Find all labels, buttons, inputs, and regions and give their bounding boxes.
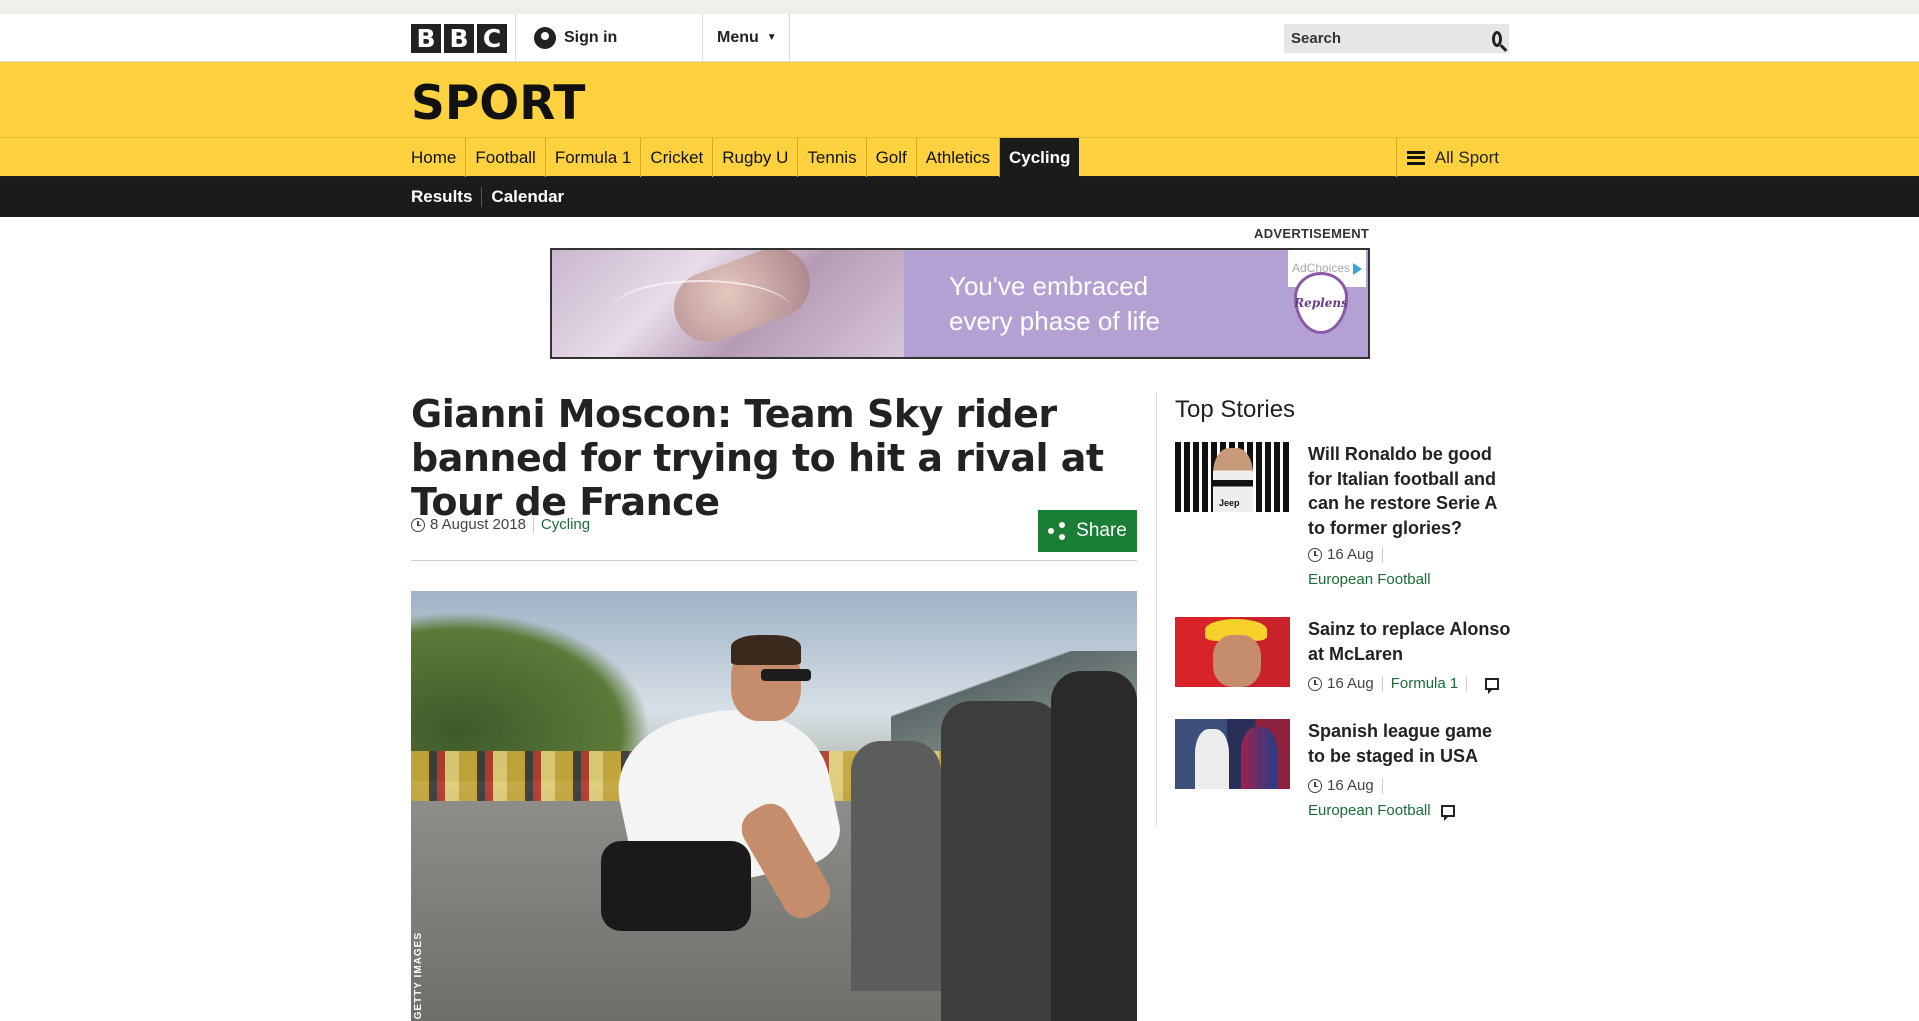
top-stories: Top Stories Jeep Will Ronaldo be good fo… bbox=[1156, 392, 1510, 826]
share-icon bbox=[1048, 522, 1066, 540]
article-meta: 8 August 2018 Cycling bbox=[411, 516, 590, 533]
sign-in-button[interactable]: Sign in bbox=[534, 27, 617, 49]
all-sport-label: All Sport bbox=[1434, 147, 1499, 167]
browser-top-strip bbox=[0, 0, 1919, 14]
search-input[interactable] bbox=[1291, 30, 1492, 47]
sport-banner: SPORT bbox=[0, 62, 1919, 138]
sign-in-label: Sign in bbox=[564, 29, 618, 46]
nav-item-rugby-union[interactable]: Rugby U bbox=[713, 138, 799, 177]
nav-item-cycling[interactable]: Cycling bbox=[1000, 138, 1080, 177]
clock-icon bbox=[1308, 547, 1322, 562]
thumbnail-text: Jeep bbox=[1219, 498, 1240, 508]
all-sport-button[interactable]: All Sport bbox=[1395, 138, 1509, 177]
nav-item-golf[interactable]: Golf bbox=[867, 138, 917, 177]
top-stories-heading: Top Stories bbox=[1175, 396, 1296, 423]
share-button[interactable]: Share bbox=[1038, 510, 1137, 552]
chevron-down-icon: ▼ bbox=[766, 32, 777, 44]
story-date: 16 Aug bbox=[1327, 777, 1374, 794]
article: Gianni Moscon: Team Sky rider banned for… bbox=[411, 392, 1137, 1021]
bbc-global-header: B B C Sign in Menu ▼ bbox=[0, 14, 1919, 62]
nav-item-athletics[interactable]: Athletics bbox=[917, 138, 1000, 177]
advert-image bbox=[552, 250, 904, 357]
meta-divider bbox=[411, 560, 1137, 561]
story-title[interactable]: Spanish league game to be staged in USA bbox=[1308, 719, 1514, 768]
hamburger-icon bbox=[1406, 150, 1425, 165]
clock-icon bbox=[1308, 676, 1322, 691]
subnav-calendar[interactable]: Calendar bbox=[482, 187, 573, 207]
logo-letter: B bbox=[411, 24, 441, 53]
nav-item-tennis[interactable]: Tennis bbox=[798, 138, 867, 177]
story-meta: 16 Aug Formula 1 bbox=[1308, 675, 1518, 694]
story-topic-link[interactable]: Formula 1 bbox=[1391, 675, 1459, 692]
advert-line-1: You've embraced bbox=[949, 270, 1149, 301]
story-item[interactable]: Spanish league game to be staged in USA … bbox=[1175, 719, 1514, 821]
nav-item-cricket[interactable]: Cricket bbox=[641, 138, 714, 177]
header-divider bbox=[789, 14, 790, 62]
advertisement-label: ADVERTISEMENT bbox=[1254, 226, 1370, 241]
nav-item-formula-1[interactable]: Formula 1 bbox=[546, 138, 642, 177]
story-item[interactable]: Sainz to replace Alonso at McLaren 16 Au… bbox=[1175, 617, 1511, 697]
story-topic-link[interactable]: European Football bbox=[1308, 571, 1518, 588]
story-meta: 16 Aug European Football bbox=[1308, 777, 1518, 821]
sport-nav: Home Football Formula 1 Cricket Rugby U … bbox=[0, 138, 1919, 177]
section-title[interactable]: SPORT bbox=[411, 76, 585, 131]
header-divider bbox=[702, 14, 703, 62]
nav-item-home[interactable]: Home bbox=[411, 138, 467, 177]
story-thumbnail[interactable]: Jeep bbox=[1175, 442, 1290, 512]
subnav-results[interactable]: Results bbox=[411, 187, 483, 207]
story-date: 16 Aug bbox=[1327, 675, 1374, 692]
bbc-logo[interactable]: B B C bbox=[411, 24, 507, 53]
article-headline: Gianni Moscon: Team Sky rider banned for… bbox=[411, 392, 1104, 524]
logo-letter: B bbox=[444, 24, 474, 53]
story-thumbnail[interactable] bbox=[1175, 617, 1290, 687]
comments-icon[interactable] bbox=[1440, 804, 1455, 821]
advert-line-2: every phase of life bbox=[949, 305, 1161, 336]
story-thumbnail[interactable] bbox=[1175, 719, 1290, 789]
adchoices-icon bbox=[1353, 262, 1362, 275]
share-label: Share bbox=[1076, 520, 1127, 541]
story-date: 16 Aug bbox=[1327, 546, 1374, 563]
menu-button[interactable]: Menu ▼ bbox=[717, 29, 777, 47]
story-meta: 16 Aug European Football bbox=[1308, 546, 1518, 588]
nav-item-football[interactable]: Football bbox=[466, 138, 546, 177]
clock-icon bbox=[1308, 778, 1322, 793]
replens-logo: Replens bbox=[1294, 272, 1348, 334]
clock-icon bbox=[411, 517, 425, 532]
story-item[interactable]: Jeep Will Ronaldo be good for Italian fo… bbox=[1175, 442, 1511, 602]
article-topic-link[interactable]: Cycling bbox=[541, 516, 590, 533]
cycling-subnav: Results Calendar bbox=[0, 177, 1919, 217]
image-credit: GETTY IMAGES bbox=[413, 931, 424, 1019]
advert-banner[interactable]: You've embraced every phase of life AdCh… bbox=[550, 248, 1370, 359]
sport-nav-list: Home Football Formula 1 Cricket Rugby U … bbox=[411, 138, 1080, 177]
story-title[interactable]: Sainz to replace Alonso at McLaren bbox=[1308, 617, 1514, 666]
menu-label: Menu bbox=[717, 29, 759, 46]
comments-icon[interactable] bbox=[1485, 677, 1500, 694]
article-hero-image: GETTY IMAGES bbox=[411, 591, 1137, 1021]
search-icon[interactable] bbox=[1492, 30, 1502, 47]
advert-copy: You've embraced every phase of life AdCh… bbox=[904, 250, 1368, 357]
logo-letter: C bbox=[477, 24, 507, 53]
user-icon bbox=[534, 27, 556, 49]
search-box bbox=[1284, 24, 1509, 53]
story-topic-link[interactable]: European Football bbox=[1308, 802, 1431, 819]
header-divider bbox=[515, 14, 516, 62]
article-date: 8 August 2018 bbox=[430, 516, 526, 533]
story-title[interactable]: Will Ronaldo be good for Italian footbal… bbox=[1308, 442, 1514, 540]
